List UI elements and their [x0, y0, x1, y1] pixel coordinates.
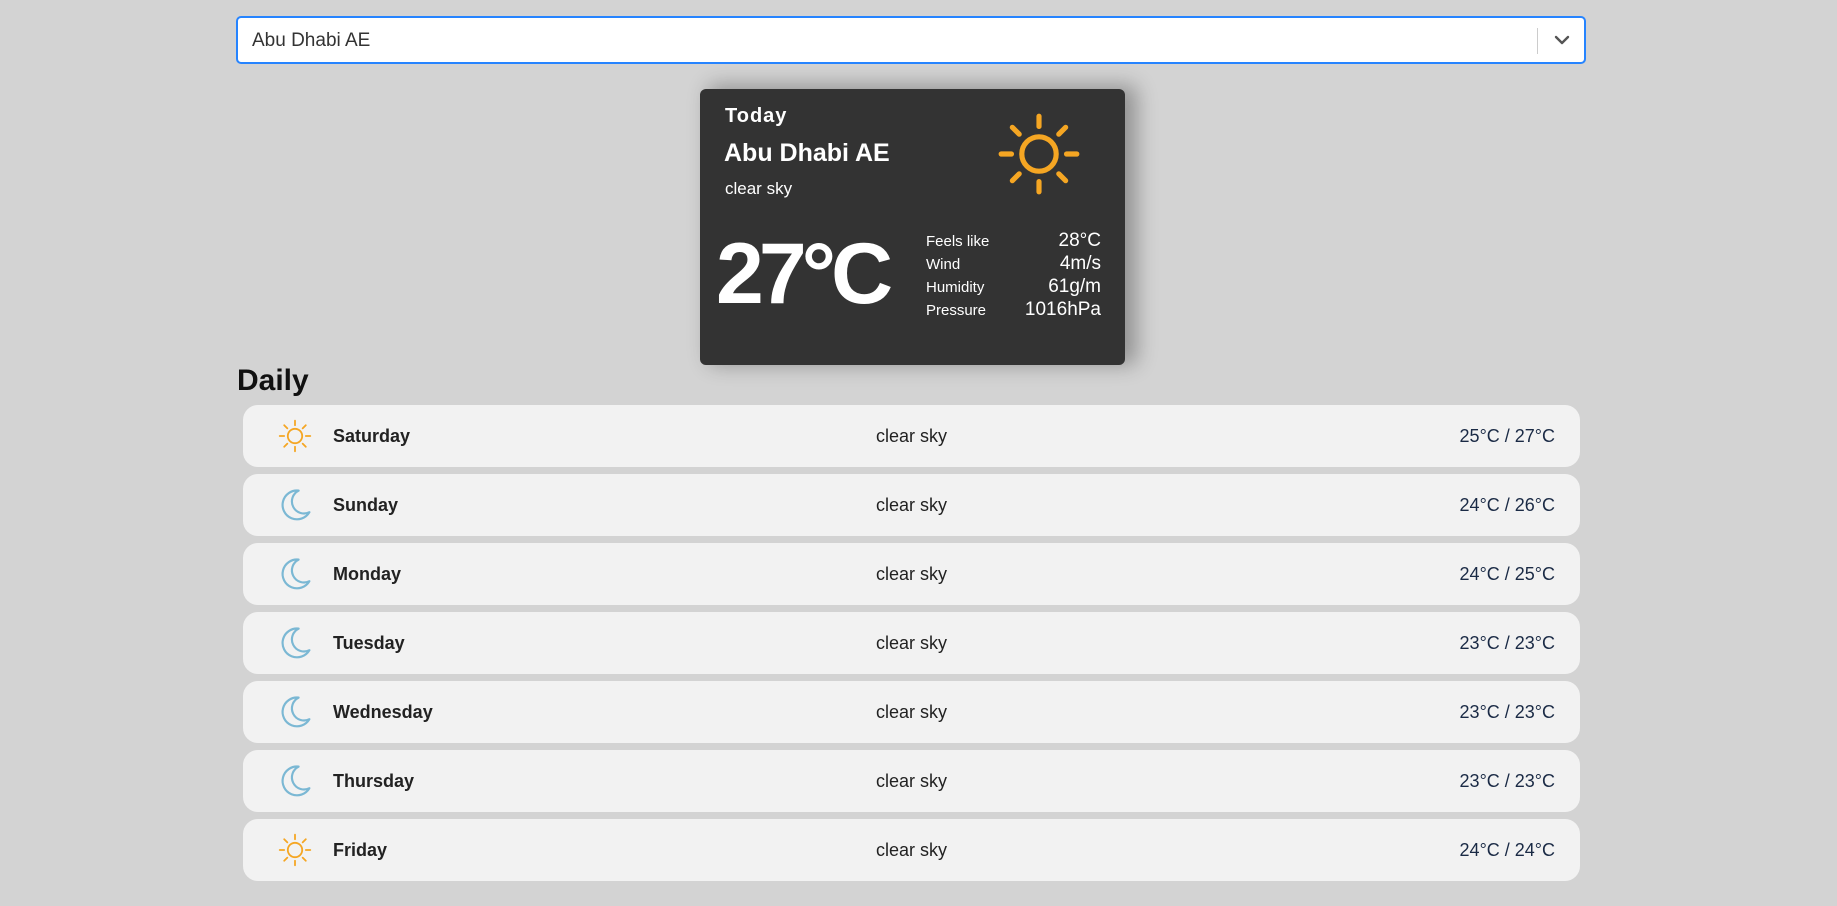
detail-value: 1016hPa	[1024, 299, 1101, 320]
forecast-description: clear sky	[875, 840, 947, 860]
forecast-item-saturday[interactable]: Saturday clear sky 25°C / 27°C	[243, 405, 1580, 467]
forecast-description: clear sky	[875, 702, 947, 722]
sun-icon	[998, 113, 1080, 195]
city-search-select[interactable]: Abu Dhabi AE	[236, 16, 1586, 64]
forecast-item-tuesday[interactable]: Tuesday clear sky 23°C / 23°C	[243, 612, 1580, 674]
current-description: clear sky	[725, 179, 793, 198]
detail-value: 61g/m	[1048, 276, 1101, 297]
current-city: Abu Dhabi AE	[724, 139, 890, 167]
detail-value: 4m/s	[1059, 253, 1101, 274]
chevron-down-icon[interactable]	[1552, 30, 1572, 50]
detail-value: 28°C	[1058, 230, 1101, 251]
forecast-temp-range: 25°C / 27°C	[1459, 426, 1555, 446]
detail-row-wind: Wind 4m/s	[926, 253, 1101, 276]
forecast-item-friday[interactable]: Friday clear sky 24°C / 24°C	[243, 819, 1580, 881]
current-heading: Today	[725, 105, 788, 127]
weather-details: Feels like 28°C Wind 4m/s Humidity 61g/m…	[926, 230, 1101, 322]
daily-forecast-list: Saturday clear sky 25°C / 27°C Sunday cl…	[243, 405, 1580, 888]
detail-row-pressure: Pressure 1016hPa	[926, 299, 1101, 322]
detail-row-humidity: Humidity 61g/m	[926, 276, 1101, 299]
forecast-item-thursday[interactable]: Thursday clear sky 23°C / 23°C	[243, 750, 1580, 812]
forecast-temp-range: 23°C / 23°C	[1459, 702, 1555, 722]
forecast-temp-range: 24°C / 24°C	[1459, 840, 1555, 860]
forecast-item-monday[interactable]: Monday clear sky 24°C / 25°C	[243, 543, 1580, 605]
forecast-temp-range: 23°C / 23°C	[1459, 771, 1555, 791]
search-separator	[1537, 28, 1538, 54]
forecast-item-sunday[interactable]: Sunday clear sky 24°C / 26°C	[243, 474, 1580, 536]
current-temperature: 27°C	[716, 226, 893, 322]
forecast-description: clear sky	[875, 564, 947, 584]
forecast-temp-range: 24°C / 26°C	[1459, 495, 1555, 515]
forecast-description: clear sky	[875, 771, 947, 791]
forecast-description: clear sky	[875, 426, 947, 446]
forecast-temp-range: 23°C / 23°C	[1459, 633, 1555, 653]
detail-row-feels-like: Feels like 28°C	[926, 230, 1101, 253]
search-value: Abu Dhabi AE	[252, 30, 371, 51]
detail-label: Wind	[926, 256, 961, 273]
forecast-item-wednesday[interactable]: Wednesday clear sky 23°C / 23°C	[243, 681, 1580, 743]
detail-label: Feels like	[926, 233, 990, 250]
detail-label: Humidity	[926, 279, 985, 296]
forecast-temp-range: 24°C / 25°C	[1459, 564, 1555, 584]
current-weather-card: Today Abu Dhabi AE clear sky 27°C Feels …	[700, 89, 1125, 365]
detail-label: Pressure	[926, 302, 987, 319]
daily-title: Daily	[237, 364, 309, 397]
forecast-description: clear sky	[875, 633, 947, 653]
forecast-description: clear sky	[875, 495, 947, 515]
